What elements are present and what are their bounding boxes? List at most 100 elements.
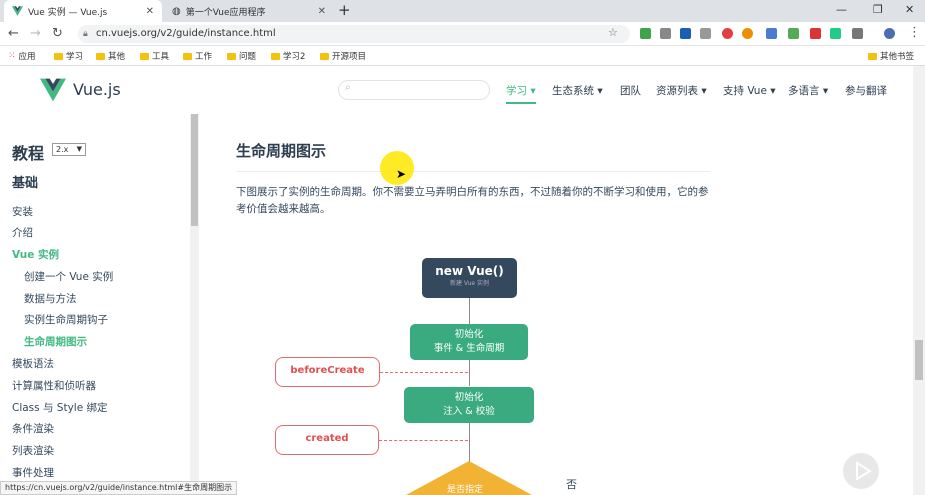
brand-name[interactable]: Vue.js [73, 80, 121, 99]
sidebar-scrollbar-thumb[interactable] [191, 114, 198, 226]
extension-icon[interactable] [788, 28, 799, 39]
nav-support[interactable]: 支持 Vue ▾ [723, 83, 776, 98]
video-play-button[interactable] [843, 453, 879, 489]
sidebar-subitem-data-methods[interactable]: 数据与方法 [24, 291, 77, 306]
sidebar-item-list[interactable]: 列表渲染 [12, 443, 54, 458]
tab-vue-instance[interactable]: Vue 实例 — Vue.js ✕ [4, 0, 162, 22]
extension-icon[interactable] [660, 28, 671, 39]
globe-icon: ◍ [172, 5, 181, 17]
folder-icon [320, 52, 329, 60]
folder-icon [227, 52, 236, 60]
sidebar-item-install[interactable]: 安装 [12, 204, 33, 219]
extension-icon[interactable] [852, 28, 863, 39]
bookmark-apps[interactable]: ⁙ 应用 [8, 50, 36, 62]
connector-line [469, 423, 470, 463]
vue-favicon-icon [12, 6, 23, 16]
sidebar-item-vue-instance[interactable]: Vue 实例 [12, 247, 59, 262]
bookmark-folder[interactable]: 工具 [140, 50, 169, 62]
extension-icon[interactable] [640, 28, 651, 39]
bookmark-other[interactable]: 其他书签 [868, 50, 914, 62]
folder-icon [271, 52, 280, 60]
main-content: 生命周期图示 下图展示了实例的生命周期。你不需要立马弄明白所有的东西，不过随着你… [200, 114, 913, 495]
init-detail-label: 注入 & 校验 [443, 406, 495, 417]
url-text: cn.vuejs.org/v2/guide/instance.html [96, 28, 276, 39]
bookmarks-bar: ⁙ 应用 学习 其他 工具 工作 问题 学习2 开源项目 其他书签 [0, 46, 925, 66]
sidebar-subitem-create-instance[interactable]: 创建一个 Vue 实例 [24, 269, 113, 284]
sidebar-subitem-lifecycle-diagram[interactable]: 生命周期图示 [24, 334, 87, 349]
status-bar-url: https://cn.vuejs.org/v2/guide/instance.h… [0, 481, 238, 495]
bookmark-star-icon[interactable]: ☆ [608, 26, 618, 39]
reload-icon[interactable]: ↻ [52, 26, 63, 41]
bookmark-folder[interactable]: 开源项目 [320, 50, 366, 62]
sidebar-item-conditional[interactable]: 条件渲染 [12, 421, 54, 436]
minimize-icon[interactable]: — [836, 3, 847, 16]
new-tab-button[interactable]: + [338, 1, 351, 19]
sidebar-item-computed[interactable]: 计算属性和侦听器 [12, 378, 96, 393]
forward-icon[interactable]: → [30, 26, 41, 41]
tab-first-vue-app[interactable]: ◍ 第一个Vue应用程序 ✕ [164, 0, 334, 22]
close-tab-icon[interactable]: ✕ [318, 6, 326, 17]
sidebar-item-template-syntax[interactable]: 模板语法 [12, 356, 54, 371]
url-field[interactable]: 🔒︎ cn.vuejs.org/v2/guide/instance.html [78, 25, 630, 43]
extension-icon[interactable] [810, 28, 821, 39]
avatar[interactable] [884, 28, 895, 39]
init-detail-label: 事件 & 生命周期 [433, 343, 505, 354]
nav-learn[interactable]: 学习 ▾ [506, 83, 536, 104]
sidebar-subitem-lifecycle-hooks[interactable]: 实例生命周期钩子 [24, 312, 108, 327]
bookmark-folder[interactable]: 其他 [96, 50, 125, 62]
vue-logo-icon[interactable] [40, 78, 66, 102]
init-events-lifecycle-box: 初始化 事件 & 生命周期 [410, 324, 528, 360]
page-scrollbar-thumb[interactable] [915, 340, 923, 380]
nav-ecosystem[interactable]: 生态系统 ▾ [552, 83, 603, 98]
back-icon[interactable]: ← [8, 26, 19, 41]
sidebar-item-events[interactable]: 事件处理 [12, 465, 54, 480]
connector-line [469, 298, 470, 324]
nav-resources[interactable]: 资源列表 ▾ [656, 83, 707, 98]
bookmark-folder[interactable]: 学习 [54, 50, 83, 62]
sidebar-section-heading: 基础 [12, 176, 39, 191]
extension-icon[interactable] [680, 28, 691, 39]
address-toolbar: ← → ↻ 🔒︎ cn.vuejs.org/v2/guide/instance.… [0, 22, 925, 46]
maximize-icon[interactable]: ❐ [873, 3, 883, 16]
extension-icon[interactable] [830, 28, 841, 39]
mouse-cursor-icon: ➤ [396, 167, 407, 181]
init-label: 初始化 [454, 392, 484, 403]
apps-grid-icon: ⁙ [8, 51, 16, 61]
bookmark-folder[interactable]: 工作 [183, 50, 212, 62]
sidebar-item-intro[interactable]: 介绍 [12, 225, 33, 240]
init-injections-box: 初始化 注入 & 校验 [404, 387, 534, 423]
decision-label: 是否指定 [447, 485, 484, 495]
bookmark-folder[interactable]: 问题 [227, 50, 256, 62]
folder-icon [183, 52, 192, 60]
folder-icon [140, 52, 149, 60]
sidebar: 教程 2.x ▼ 基础 安装 介绍 Vue 实例 创建一个 Vue 实例 数据与方… [0, 114, 200, 495]
nav-team[interactable]: 团队 [620, 83, 641, 98]
sidebar-item-class-style[interactable]: Class 与 Style 绑定 [12, 400, 108, 415]
created-hook: created [275, 425, 379, 455]
extension-icon[interactable] [742, 28, 753, 39]
close-tab-icon[interactable]: ✕ [146, 6, 154, 17]
close-window-icon[interactable]: ✕ [905, 3, 914, 16]
extension-icon[interactable] [700, 28, 711, 39]
folder-icon [868, 52, 877, 60]
nav-translate[interactable]: 参与翻译 [845, 83, 887, 98]
menu-dots-icon[interactable]: ⋮ [908, 25, 921, 40]
lock-icon: 🔒︎ [83, 29, 88, 39]
init-label: 初始化 [454, 329, 484, 340]
no-branch-label: 否 [566, 478, 577, 491]
new-vue-box: new Vue() 新建 Vue 实例 [422, 258, 517, 298]
page-heading: 生命周期图示 [236, 142, 327, 160]
bookmark-folder[interactable]: 学习2 [271, 50, 305, 62]
heading-divider [236, 171, 710, 172]
new-vue-sublabel: 新建 Vue 实例 [449, 280, 489, 287]
site-header: Vue.js ⌕ 学习 ▾ 生态系统 ▾ 团队 资源列表 ▾ 支持 Vue ▾ … [0, 66, 925, 114]
search-input[interactable]: ⌕ [338, 80, 490, 100]
chevron-down-icon: ▼ [76, 145, 82, 153]
nav-languages[interactable]: 多语言 ▾ [788, 83, 828, 98]
version-select[interactable]: 2.x ▼ [52, 143, 86, 156]
search-icon: ⌕ [345, 82, 351, 93]
page-scrollbar[interactable] [913, 66, 925, 495]
extension-icon[interactable] [766, 28, 777, 39]
folder-icon [96, 52, 105, 60]
extension-icon[interactable] [722, 28, 733, 39]
